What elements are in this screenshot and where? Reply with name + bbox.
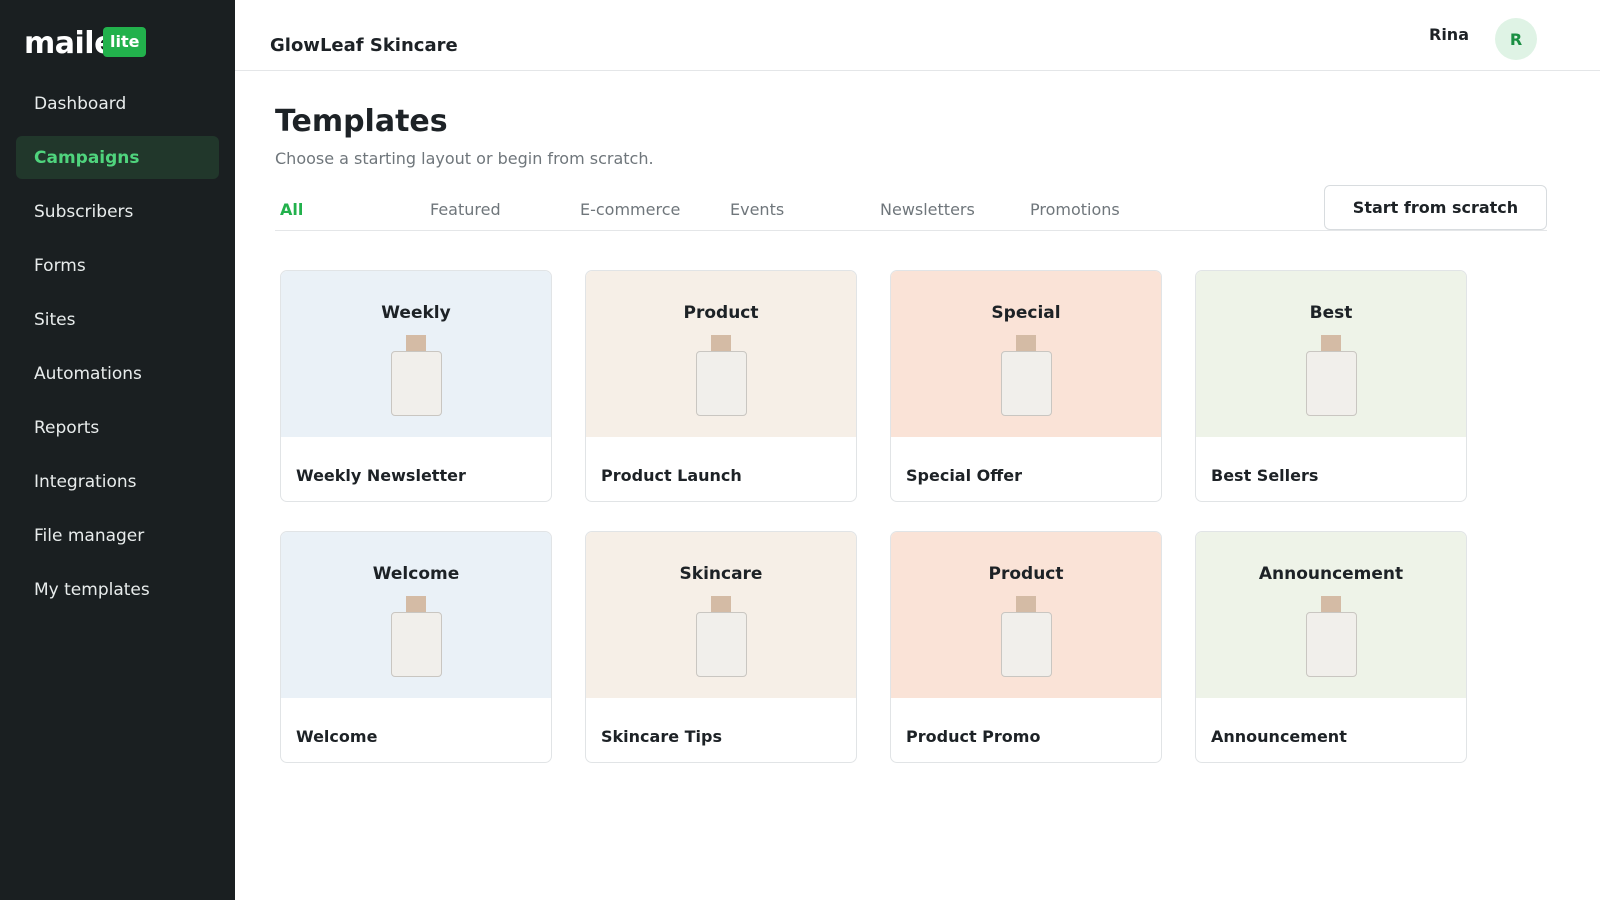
sidebar-item-dashboard[interactable]: Dashboard bbox=[16, 82, 219, 125]
bottle-icon bbox=[696, 612, 747, 677]
user-name[interactable]: Rina bbox=[1429, 25, 1469, 44]
thumbnail-title: Special bbox=[991, 303, 1061, 323]
template-name: Special Offer bbox=[906, 466, 1022, 485]
template-thumbnail: Announcement bbox=[1196, 532, 1466, 698]
tab-newsletters[interactable]: Newsletters bbox=[880, 200, 975, 219]
bottle-icon bbox=[1001, 612, 1052, 677]
logo-text: maile bbox=[24, 25, 114, 61]
template-thumbnail: Product bbox=[891, 532, 1161, 698]
template-name: Product Promo bbox=[906, 727, 1041, 746]
template-name: Weekly Newsletter bbox=[296, 466, 466, 485]
template-card[interactable]: Product Product Launch bbox=[585, 270, 857, 502]
avatar[interactable]: R bbox=[1495, 18, 1537, 60]
logo-badge: lite bbox=[103, 27, 147, 57]
page-subtitle: Choose a starting layout or begin from s… bbox=[275, 149, 654, 168]
thumbnail-title: Welcome bbox=[372, 564, 460, 584]
tab-all[interactable]: All bbox=[280, 200, 303, 219]
sidebar-item-subscribers[interactable]: Subscribers bbox=[16, 190, 219, 233]
tab-featured[interactable]: Featured bbox=[430, 200, 501, 219]
bottle-icon bbox=[1306, 612, 1357, 677]
thumbnail-title: Product bbox=[683, 303, 759, 323]
template-name: Announcement bbox=[1211, 727, 1347, 746]
bottle-icon bbox=[391, 612, 442, 677]
thumbnail-title: Announcement bbox=[1258, 564, 1404, 584]
sidebar-item-campaigns[interactable]: Campaigns bbox=[16, 136, 219, 179]
logo[interactable]: maile lite bbox=[24, 25, 147, 61]
bottle-icon bbox=[1306, 351, 1357, 416]
template-name: Skincare Tips bbox=[601, 727, 723, 746]
bottle-icon bbox=[1001, 351, 1052, 416]
template-name: Product Launch bbox=[601, 466, 742, 485]
sidebar-nav: Dashboard Campaigns Subscribers Forms Si… bbox=[16, 82, 219, 622]
template-thumbnail: Best bbox=[1196, 271, 1466, 437]
thumbnail-title: Best bbox=[1309, 303, 1353, 323]
thumbnail-title: Product bbox=[988, 564, 1064, 584]
sidebar-item-reports[interactable]: Reports bbox=[16, 406, 219, 449]
bottle-icon bbox=[391, 351, 442, 416]
template-name: Welcome bbox=[296, 727, 378, 746]
bottle-icon bbox=[696, 351, 747, 416]
template-card[interactable]: Special Special Offer bbox=[890, 270, 1162, 502]
template-thumbnail: Special bbox=[891, 271, 1161, 437]
sidebar: maile lite Dashboard Campaigns Subscribe… bbox=[0, 0, 235, 900]
template-card[interactable]: Skincare Skincare Tips bbox=[585, 531, 857, 763]
sidebar-item-forms[interactable]: Forms bbox=[16, 244, 219, 287]
top-header: GlowLeaf Skincare Rina R bbox=[235, 0, 1600, 71]
tab-e-commerce[interactable]: E-commerce bbox=[580, 200, 680, 219]
template-card[interactable]: Weekly Weekly Newsletter bbox=[280, 270, 552, 502]
thumbnail-title: Weekly bbox=[381, 303, 451, 323]
template-grid: Weekly Weekly Newsletter Product Product… bbox=[280, 270, 1470, 763]
sidebar-item-automations[interactable]: Automations bbox=[16, 352, 219, 395]
template-thumbnail: Skincare bbox=[586, 532, 856, 698]
account-name[interactable]: GlowLeaf Skincare bbox=[270, 35, 458, 56]
sidebar-item-sites[interactable]: Sites bbox=[16, 298, 219, 341]
sidebar-item-file-manager[interactable]: File manager bbox=[16, 514, 219, 557]
template-thumbnail: Product bbox=[586, 271, 856, 437]
start-from-scratch-button[interactable]: Start from scratch bbox=[1324, 185, 1547, 230]
template-thumbnail: Weekly bbox=[281, 271, 551, 437]
template-card[interactable]: Announcement Announcement bbox=[1195, 531, 1467, 763]
sidebar-item-my-templates[interactable]: My templates bbox=[16, 568, 219, 611]
thumbnail-title: Skincare bbox=[679, 564, 763, 584]
sidebar-item-integrations[interactable]: Integrations bbox=[16, 460, 219, 503]
template-card[interactable]: Best Best Sellers bbox=[1195, 270, 1467, 502]
tab-promotions[interactable]: Promotions bbox=[1030, 200, 1120, 219]
tab-events[interactable]: Events bbox=[730, 200, 784, 219]
template-thumbnail: Welcome bbox=[281, 532, 551, 698]
page-title: Templates bbox=[275, 104, 448, 139]
template-card[interactable]: Welcome Welcome bbox=[280, 531, 552, 763]
template-card[interactable]: Product Product Promo bbox=[890, 531, 1162, 763]
template-name: Best Sellers bbox=[1211, 466, 1319, 485]
